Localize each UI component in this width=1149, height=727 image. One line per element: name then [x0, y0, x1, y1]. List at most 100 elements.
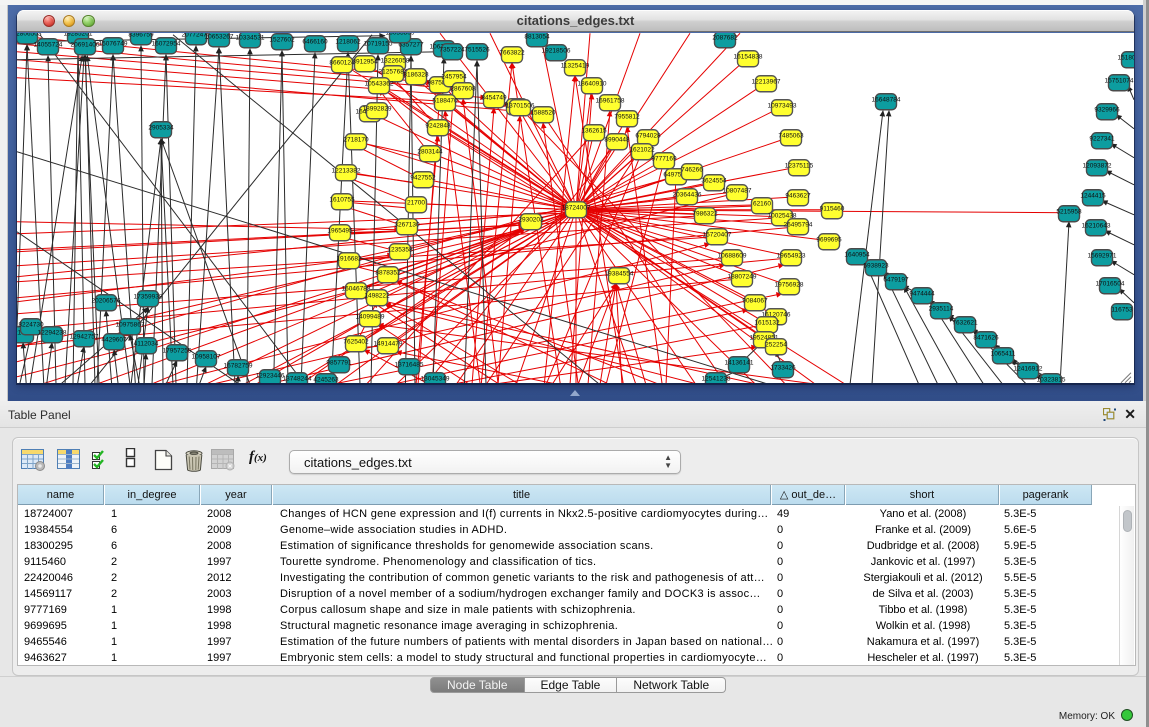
svg-text:12093872: 12093872: [1083, 162, 1112, 169]
svg-text:10688609: 10688609: [718, 252, 747, 259]
svg-text:9227341: 9227341: [1089, 135, 1115, 142]
svg-text:8396759: 8396759: [128, 33, 154, 38]
svg-text:12416912: 12416912: [1014, 365, 1043, 372]
svg-text:9857791: 9857791: [326, 359, 352, 366]
svg-text:13716485: 13716485: [395, 361, 424, 368]
svg-text:3912954: 3912954: [352, 58, 378, 65]
svg-text:1244415: 1244415: [1080, 192, 1106, 199]
svg-text:1640954: 1640954: [844, 251, 870, 258]
svg-text:19384554: 19384554: [605, 270, 634, 277]
svg-text:9427552: 9427552: [410, 174, 436, 181]
svg-text:16154838: 16154838: [734, 53, 763, 60]
svg-text:2803144: 2803144: [417, 148, 443, 155]
svg-text:5215958: 5215958: [1056, 208, 1082, 215]
svg-text:7625402: 7625402: [343, 338, 369, 345]
svg-text:12294238: 12294238: [38, 329, 67, 336]
svg-text:20206576: 20206576: [92, 297, 121, 304]
svg-text:7955812: 7955812: [614, 113, 640, 120]
svg-text:10975867: 10975867: [116, 321, 145, 328]
svg-text:19218506: 19218506: [542, 47, 571, 54]
svg-text:16782759: 16782759: [224, 362, 253, 369]
svg-text:21700: 21700: [407, 199, 425, 206]
svg-text:8990448: 8990448: [604, 136, 630, 143]
svg-text:7663822: 7663822: [499, 49, 525, 56]
svg-text:1218062: 1218062: [335, 38, 361, 45]
svg-text:9084067: 9084067: [742, 297, 768, 304]
svg-text:8878352: 8878352: [375, 269, 401, 276]
svg-text:1498222: 1498222: [364, 292, 390, 299]
svg-text:14055724: 14055724: [34, 41, 63, 48]
svg-text:15180586: 15180586: [1118, 54, 1134, 61]
svg-text:18992829: 18992829: [363, 105, 392, 112]
svg-text:252254: 252254: [765, 341, 787, 348]
svg-text:18807249: 18807249: [728, 273, 757, 280]
svg-text:1610755: 1610755: [329, 196, 355, 203]
svg-text:8224730: 8224730: [18, 321, 44, 328]
svg-text:14914479: 14914479: [374, 340, 403, 347]
svg-text:4429607: 4429607: [101, 336, 127, 343]
svg-text:9699695: 9699695: [816, 236, 842, 243]
svg-text:19285201: 19285201: [64, 33, 93, 37]
svg-text:2905334: 2905334: [148, 124, 174, 131]
svg-text:3267130: 3267130: [394, 221, 420, 228]
svg-text:8660124: 8660124: [329, 59, 355, 66]
svg-text:1588520: 1588520: [530, 109, 556, 116]
svg-text:7632621: 7632621: [952, 319, 978, 326]
svg-text:15076749: 15076749: [99, 40, 128, 47]
svg-text:10958107: 10958107: [192, 353, 221, 360]
svg-text:2087682: 2087682: [712, 34, 738, 41]
svg-text:16053809: 16053809: [386, 33, 415, 36]
svg-text:22806503: 22806503: [17, 33, 42, 37]
svg-text:1965495: 1965495: [327, 227, 353, 234]
svg-text:1527602: 1527602: [269, 36, 295, 43]
svg-text:116753: 116753: [1111, 306, 1133, 313]
svg-text:1362615: 1362615: [581, 127, 607, 134]
svg-text:13748244: 13748244: [283, 375, 312, 382]
svg-text:10807487: 10807487: [723, 187, 752, 194]
svg-text:16072954: 16072954: [152, 40, 181, 47]
svg-text:19756928: 19756928: [775, 281, 804, 288]
svg-text:2930203: 2930203: [518, 216, 544, 223]
svg-text:13226058: 13226058: [381, 57, 410, 64]
svg-text:746266: 746266: [681, 166, 703, 173]
svg-text:8471626: 8471626: [973, 334, 999, 341]
svg-text:10653267: 10653267: [205, 33, 234, 40]
svg-text:12213382: 12213382: [332, 167, 361, 174]
svg-text:1235358: 1235358: [387, 246, 413, 253]
svg-text:17957255: 17957255: [163, 347, 192, 354]
svg-text:9242848: 9242848: [425, 122, 451, 129]
svg-text:12213967: 12213967: [752, 78, 781, 85]
svg-text:13701506: 13701506: [506, 102, 535, 109]
svg-text:2867608: 2867608: [450, 85, 476, 92]
svg-text:6466160: 6466160: [302, 38, 328, 45]
svg-text:1916682: 1916682: [336, 255, 362, 262]
svg-text:1065411: 1065411: [991, 350, 1016, 357]
svg-text:8454749: 8454749: [481, 94, 507, 101]
svg-text:15720407: 15720407: [703, 231, 732, 238]
svg-text:1733426: 1733426: [770, 364, 796, 371]
svg-text:18724007: 18724007: [562, 204, 591, 211]
svg-text:14099489: 14099489: [356, 313, 385, 320]
svg-text:6794028: 6794028: [635, 132, 661, 139]
svg-text:17359938: 17359938: [134, 293, 163, 300]
svg-text:11325419: 11325419: [561, 62, 590, 69]
svg-text:16961758: 16961758: [596, 97, 625, 104]
svg-text:62160: 62160: [753, 200, 771, 207]
svg-text:15692971: 15692971: [1088, 252, 1117, 259]
svg-text:17016504: 17016504: [1096, 280, 1125, 287]
svg-text:9115460: 9115460: [820, 205, 845, 212]
svg-text:10719155: 10719155: [364, 40, 393, 47]
svg-text:1621022: 1621022: [629, 146, 655, 153]
svg-text:3624554: 3624554: [701, 177, 727, 184]
svg-text:26495794: 26495794: [784, 221, 813, 228]
svg-text:1615132: 1615132: [754, 319, 780, 326]
svg-text:12541238: 12541238: [702, 375, 731, 382]
svg-text:18640910: 18640910: [578, 80, 607, 87]
svg-text:8186328: 8186328: [403, 71, 429, 78]
svg-text:9463627: 9463627: [785, 192, 811, 199]
svg-text:12375115: 12375115: [785, 162, 814, 169]
svg-text:12942757: 12942757: [70, 333, 99, 340]
svg-text:13045349: 13045349: [421, 375, 450, 382]
svg-text:16210643: 16210643: [1082, 222, 1111, 229]
svg-text:6479197: 6479197: [883, 276, 909, 283]
